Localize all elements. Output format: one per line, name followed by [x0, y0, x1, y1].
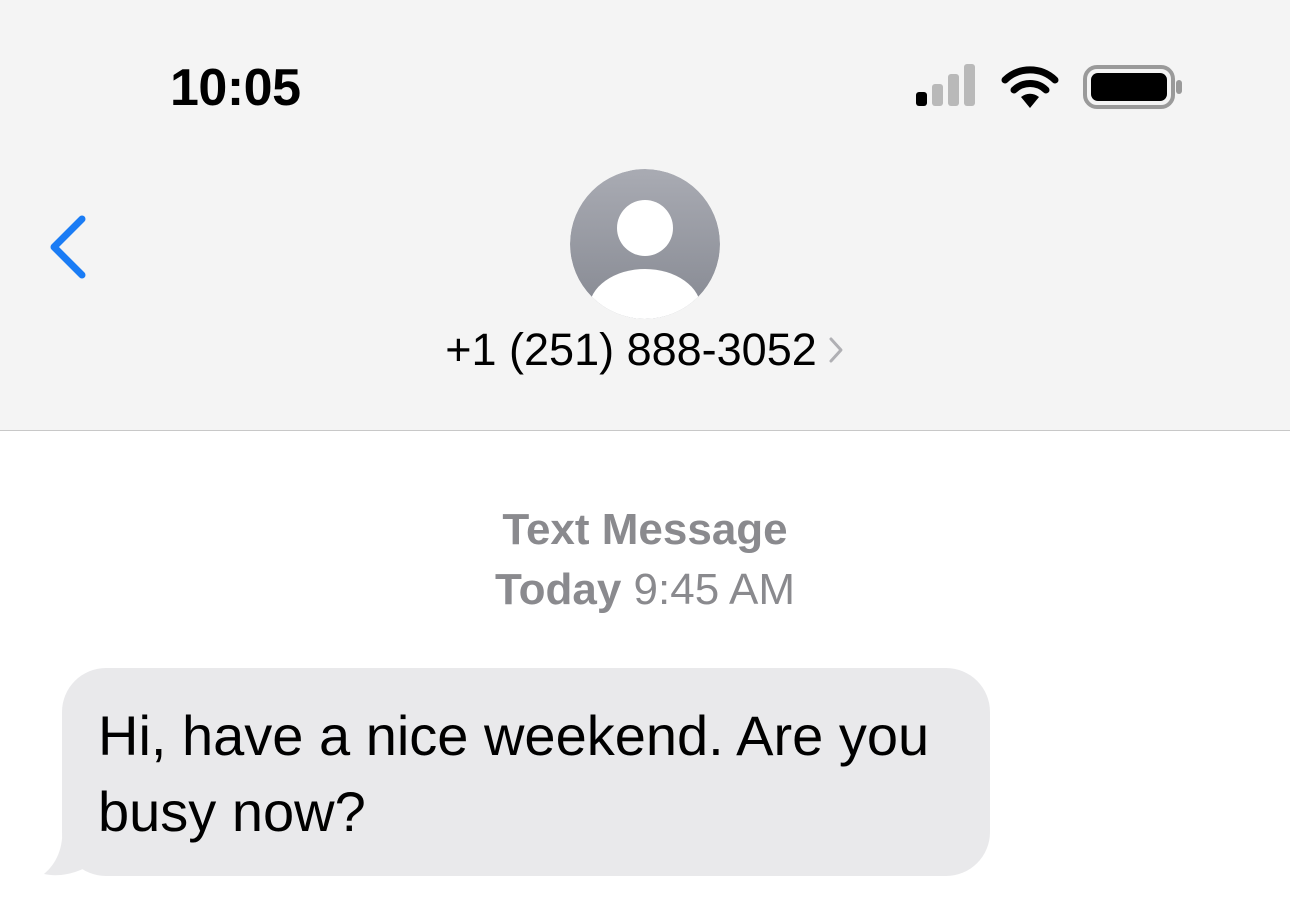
conversation-meta: Text Message Today 9:45 AM: [0, 500, 1290, 620]
timestamp-day: Today: [495, 565, 622, 614]
person-placeholder-icon: [570, 169, 720, 319]
status-bar-time: 10:05: [170, 59, 301, 117]
chevron-right-icon: [829, 337, 843, 363]
wifi-icon: [1001, 66, 1059, 108]
incoming-message-bubble[interactable]: Hi, have a nice weekend. Are you busy no…: [62, 668, 990, 876]
cellular-signal-icon: [916, 64, 975, 106]
chevron-left-icon: [50, 215, 86, 279]
back-button[interactable]: [40, 205, 100, 285]
service-label: Text Message: [502, 505, 788, 554]
contact-details-link[interactable]: +1 (251) 888-3052: [0, 320, 1290, 380]
timestamp-time: 9:45 AM: [633, 565, 795, 614]
conversation-header: 10:05 +1 (251) 888-3052: [0, 0, 1290, 431]
status-bar-icons: [910, 62, 1190, 112]
message-text: Hi, have a nice weekend. Are you busy no…: [98, 704, 930, 843]
message-timestamp: Today 9:45 AM: [0, 560, 1290, 620]
battery-icon: [1083, 65, 1182, 109]
contact-number: +1 (251) 888-3052: [445, 324, 817, 375]
contact-avatar[interactable]: [570, 169, 720, 319]
